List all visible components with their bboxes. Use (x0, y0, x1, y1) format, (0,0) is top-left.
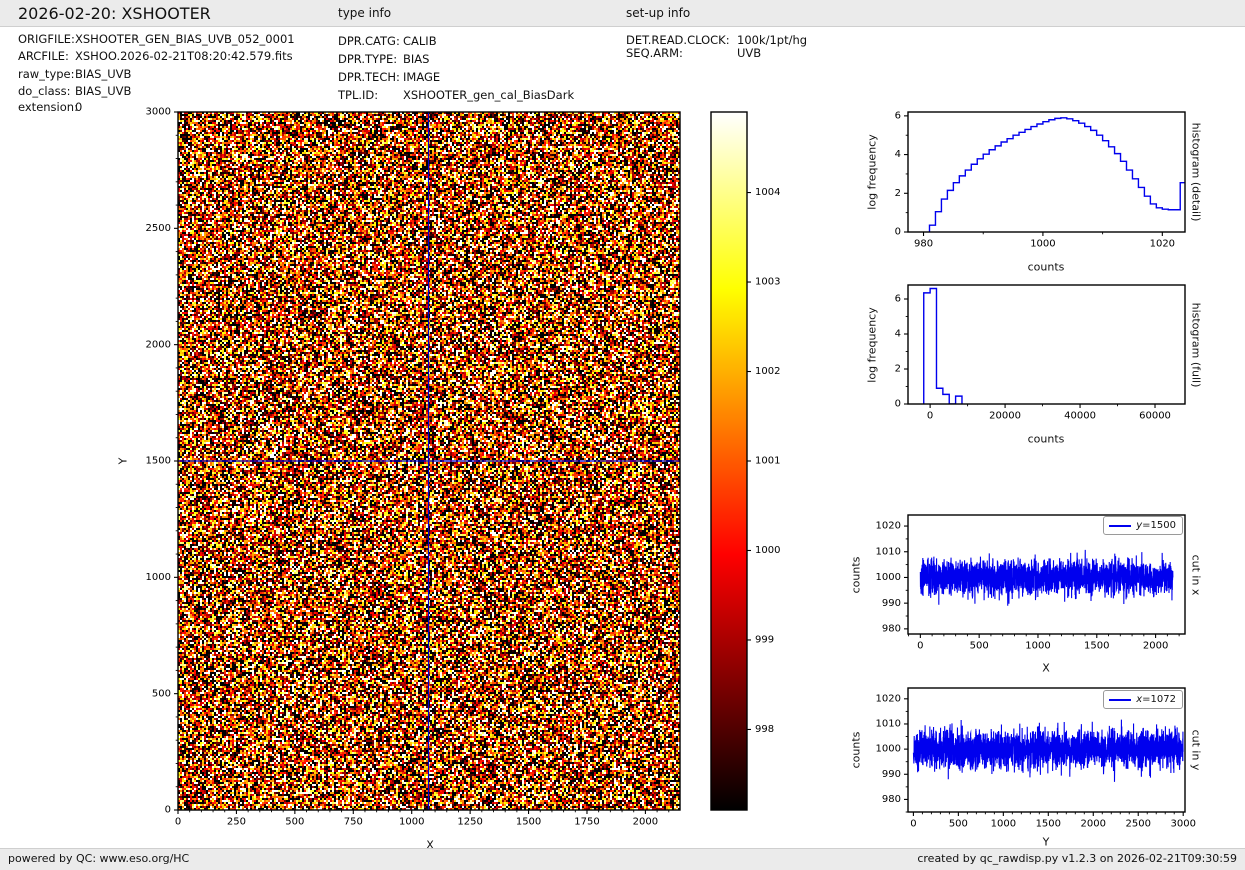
file-info-label: extension: (18, 100, 78, 114)
file-info-label: ORIGFILE: (18, 32, 75, 46)
legend-line-sample (1109, 699, 1131, 701)
file-info-row: ORIGFILE:XSHOOTER_GEN_BIAS_UVB_052_0001 (18, 32, 75, 46)
file-info-row: extension:0 (18, 100, 78, 114)
hist-full-y-label: log frequency (866, 307, 879, 382)
type-info-row: DPR.TYPE:BIAS (338, 52, 397, 66)
type-info-row: DPR.TECH:IMAGE (338, 70, 400, 84)
cut-y-x-label: Y (1043, 836, 1050, 849)
type-info-row: DPR.CATG:CALIB (338, 34, 400, 48)
legend-cut-x: y=1500 (1103, 516, 1183, 535)
legend-cut-y: x=1072 (1103, 690, 1183, 709)
cut-x-y-label: counts (850, 557, 863, 594)
file-info-value: XSHOO.2026-02-21T08:20:42.579.fits (75, 49, 293, 63)
file-info-value: XSHOOTER_GEN_BIAS_UVB_052_0001 (75, 32, 295, 46)
type-info-value: CALIB (403, 34, 437, 48)
legend-label: y=1500 (1136, 520, 1176, 531)
type-info-label: DPR.CATG: (338, 34, 400, 48)
type-info-heading: type info (338, 6, 391, 20)
cut-x-right-label: cut in x (1190, 555, 1203, 596)
legend-label: x=1072 (1136, 694, 1176, 705)
file-info-label: ARCFILE: (18, 49, 69, 63)
file-info-row: do_class:BIAS_UVB (18, 84, 71, 98)
file-info-row: ARCFILE:XSHOO.2026-02-21T08:20:42.579.fi… (18, 49, 69, 63)
file-info-row: raw_type:BIAS_UVB (18, 67, 75, 81)
cut-y-right-label: cut in y (1190, 730, 1203, 771)
file-info-value: BIAS_UVB (75, 84, 131, 98)
setup-info-value: 100k/1pt/hg (737, 33, 807, 47)
legend-line-sample (1109, 525, 1131, 527)
file-info-label: do_class: (18, 84, 71, 98)
colorbar-canvas (700, 100, 818, 850)
setup-info-heading: set-up info (626, 6, 690, 20)
footer-right-text: created by qc_rawdisp.py v1.2.3 on 2026-… (917, 852, 1237, 865)
type-info-value: IMAGE (403, 70, 440, 84)
cut-y-y-label: counts (850, 732, 863, 769)
page-title: 2026-02-20: XSHOOTER (18, 4, 211, 23)
bias-image-canvas (140, 100, 700, 850)
setup-info-label: DET.READ.CLOCK: (626, 33, 730, 47)
hist-full-right-label: histogram (full) (1190, 303, 1203, 388)
type-info-label: DPR.TYPE: (338, 52, 397, 66)
file-info-value: BIAS_UVB (75, 67, 131, 81)
setup-info-row: DET.READ.CLOCK:100k/1pt/hg (626, 33, 730, 47)
type-info-label: DPR.TECH: (338, 70, 400, 84)
histogram-full-canvas (860, 273, 1205, 435)
footer-left-text: powered by QC: www.eso.org/HC (8, 852, 189, 865)
qc-rawdisp-page: 2026-02-20: XSHOOTER type info set-up in… (0, 0, 1245, 870)
hist-full-x-label: counts (1028, 433, 1065, 446)
hist-detail-right-label: histogram (detail) (1190, 123, 1203, 222)
setup-info-row: SEQ.ARM:UVB (626, 46, 683, 60)
hist-detail-y-label: log frequency (866, 134, 879, 209)
file-info-label: raw_type: (18, 67, 75, 81)
hist-detail-x-label: counts (1028, 261, 1065, 274)
file-info-value: 0 (75, 100, 82, 114)
setup-info-value: UVB (737, 46, 761, 60)
header-bar: 2026-02-20: XSHOOTER type info set-up in… (0, 0, 1245, 27)
type-info-value: BIAS (403, 52, 429, 66)
setup-info-label: SEQ.ARM: (626, 46, 683, 60)
histogram-detail-canvas (860, 100, 1205, 262)
main-y-axis-label: Y (117, 458, 130, 465)
cut-x-x-label: X (1042, 662, 1050, 675)
